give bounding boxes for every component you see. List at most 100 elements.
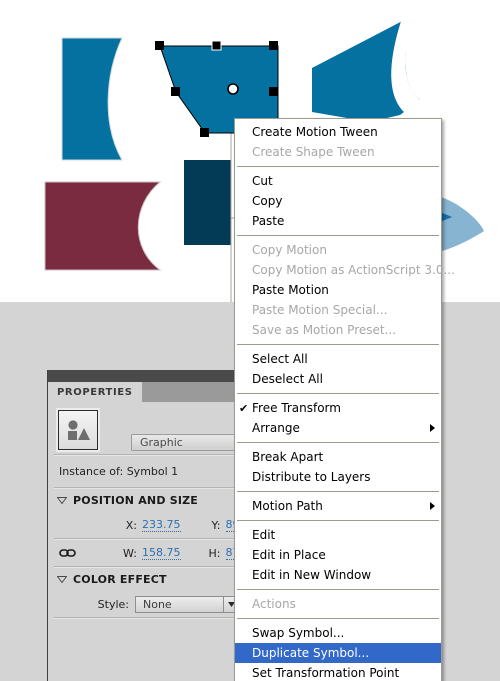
shape-maroon[interactable] xyxy=(44,181,162,271)
x-label: X: xyxy=(125,518,137,532)
menu-item-paste[interactable]: Paste xyxy=(235,211,441,231)
menu-item-label: Paste Motion xyxy=(252,283,329,297)
link-chain-icon[interactable] xyxy=(57,548,79,558)
tab-properties-label: PROPERTIES xyxy=(57,386,133,398)
menu-item-swap-symbol[interactable]: Swap Symbol... xyxy=(235,623,441,643)
w-value[interactable]: 158.75 xyxy=(142,546,181,560)
disclosure-triangle-icon xyxy=(57,497,67,504)
menu-item-label: Free Transform xyxy=(252,401,341,415)
menu-item-label: Edit in New Window xyxy=(252,568,372,582)
panel-tab-strip: PROPERTIES xyxy=(48,382,240,402)
menu-item-duplicate-symbol[interactable]: Duplicate Symbol... xyxy=(235,643,441,663)
menu-separator xyxy=(237,520,439,521)
context-menu[interactable]: Create Motion Tween Create Shape Tween Cut… xyxy=(234,118,455,681)
instance-of-value[interactable]: Symbol 1 xyxy=(127,465,178,478)
menu-item-label: Actions xyxy=(252,597,296,611)
menu-item-create-motion-tween[interactable]: Create Motion Tween xyxy=(235,122,441,142)
symbol-type-field[interactable]: Graphic xyxy=(131,434,240,451)
check-icon: ✔ xyxy=(239,401,249,415)
shape-navy-rectangle[interactable] xyxy=(184,160,231,245)
menu-item-label: Paste xyxy=(252,214,285,228)
properties-panel: PROPERTIES Graphic Instance of: Symbol 1… xyxy=(47,370,240,681)
panel-body: Graphic Instance of: Symbol 1 POSITION A… xyxy=(48,402,240,681)
menu-item-break-apart[interactable]: Break Apart xyxy=(235,447,441,467)
instance-of-row: Instance of: Symbol 1 xyxy=(48,456,240,487)
menu-item-label: Set Transformation Point xyxy=(252,666,400,680)
style-label: Style: xyxy=(97,597,129,611)
style-select-value: None xyxy=(143,597,172,611)
menu-item-edit[interactable]: Edit xyxy=(235,525,441,545)
menu-item-label: Deselect All xyxy=(252,372,323,386)
menu-item-save-as-motion-preset: Save as Motion Preset... xyxy=(235,320,441,340)
menu-item-set-transformation-point[interactable]: Set Transformation Point xyxy=(235,663,441,681)
menu-item-label: Edit xyxy=(252,528,276,542)
menu-item-copy-motion: Copy Motion xyxy=(235,240,441,260)
menu-item-paste-motion[interactable]: Paste Motion xyxy=(235,280,441,300)
section-position-and-size-title: POSITION AND SIZE xyxy=(73,494,198,507)
menu-separator xyxy=(237,344,439,345)
menu-item-distribute-to-layers[interactable]: Distribute to Layers xyxy=(235,467,441,487)
menu-item-arrange[interactable]: Arrange xyxy=(235,418,441,438)
menu-item-create-shape-tween: Create Shape Tween xyxy=(235,142,441,162)
instance-of-label: Instance of: xyxy=(59,465,124,478)
disclosure-triangle-icon-2 xyxy=(57,576,67,583)
panel-titlebar[interactable] xyxy=(48,370,240,382)
menu-item-label: Duplicate Symbol... xyxy=(252,646,370,660)
menu-item-paste-motion-special: Paste Motion Special... xyxy=(235,300,441,320)
menu-separator xyxy=(237,442,439,443)
row-style: Style: None xyxy=(48,591,240,617)
panel-tab-empty xyxy=(141,382,240,402)
menu-item-label: Copy Motion as ActionScript 3.0... xyxy=(252,263,455,277)
row-w-h: W: 158.75 H: 87 xyxy=(48,540,240,566)
x-value[interactable]: 233.75 xyxy=(142,518,181,532)
menu-item-label: Save as Motion Preset... xyxy=(252,323,397,337)
shape-blue-leaf-left[interactable] xyxy=(61,37,123,161)
application-window: PROPERTIES Graphic Instance of: Symbol 1… xyxy=(0,0,500,681)
menu-item-label: Motion Path xyxy=(252,499,323,513)
row-x-y: X: 233.75 Y: 89 xyxy=(48,512,240,538)
graphic-symbol-icon xyxy=(58,410,98,450)
menu-item-deselect-all[interactable]: Deselect All xyxy=(235,369,441,389)
submenu-arrow-icon xyxy=(430,502,435,510)
menu-item-label: Create Motion Tween xyxy=(252,125,378,139)
style-select[interactable]: None xyxy=(135,595,240,613)
menu-item-label: Copy xyxy=(252,194,283,208)
menu-item-label: Select All xyxy=(252,352,308,366)
menu-item-edit-in-place[interactable]: Edit in Place xyxy=(235,545,441,565)
menu-item-label: Break Apart xyxy=(252,450,324,464)
y-label: Y: xyxy=(211,518,221,532)
menu-item-cut[interactable]: Cut xyxy=(235,171,441,191)
symbol-summary-row: Graphic xyxy=(48,402,240,454)
tab-properties[interactable]: PROPERTIES xyxy=(48,382,142,402)
menu-item-select-all[interactable]: Select All xyxy=(235,349,441,369)
menu-separator xyxy=(237,166,439,167)
menu-item-label: Edit in Place xyxy=(252,548,326,562)
menu-item-motion-path[interactable]: Motion Path xyxy=(235,496,441,516)
menu-item-label: Copy Motion xyxy=(252,243,327,257)
menu-item-free-transform[interactable]: ✔ Free Transform xyxy=(235,398,441,418)
submenu-arrow-icon xyxy=(430,424,435,432)
menu-item-label: Cut xyxy=(252,174,273,188)
menu-item-edit-in-new-window[interactable]: Edit in New Window xyxy=(235,565,441,585)
menu-item-label: Paste Motion Special... xyxy=(252,303,388,317)
menu-item-copy[interactable]: Copy xyxy=(235,191,441,211)
menu-item-label: Arrange xyxy=(252,421,300,435)
menu-separator xyxy=(237,589,439,590)
menu-item-copy-motion-as-actionscript: Copy Motion as ActionScript 3.0... xyxy=(235,260,455,280)
symbol-type-value: Graphic xyxy=(140,436,183,449)
section-color-effect[interactable]: COLOR EFFECT xyxy=(48,568,240,591)
section-position-and-size[interactable]: POSITION AND SIZE xyxy=(48,489,240,512)
menu-item-label: Distribute to Layers xyxy=(252,470,371,484)
shape-lightblue-arrow[interactable] xyxy=(437,196,484,252)
menu-separator xyxy=(237,618,439,619)
menu-item-label: Swap Symbol... xyxy=(252,626,345,640)
menu-item-actions: Actions xyxy=(235,594,441,614)
menu-separator xyxy=(237,393,439,394)
menu-separator xyxy=(237,491,439,492)
registration-point[interactable] xyxy=(227,83,239,95)
section-color-effect-title: COLOR EFFECT xyxy=(73,573,167,586)
divider-5 xyxy=(54,617,234,619)
h-label: H: xyxy=(208,546,221,560)
menu-separator xyxy=(237,235,439,236)
w-label: W: xyxy=(123,546,137,560)
